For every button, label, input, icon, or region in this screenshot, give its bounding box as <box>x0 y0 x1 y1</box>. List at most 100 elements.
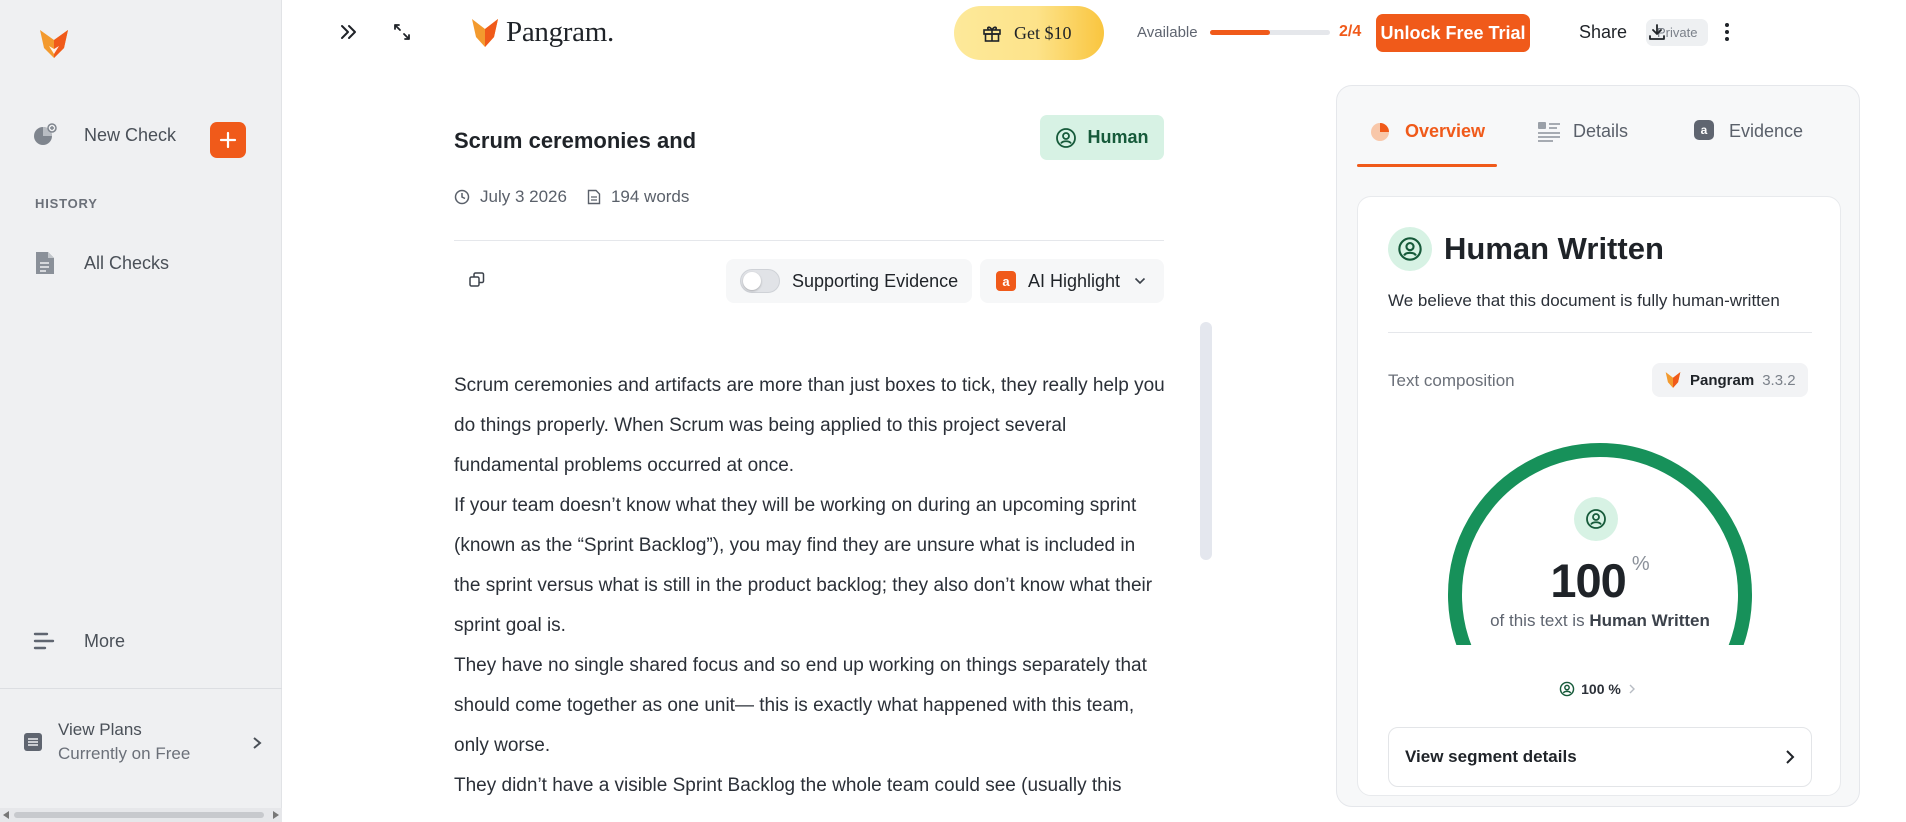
new-check-icon <box>32 122 58 148</box>
brand-name: Pangram. <box>506 16 614 48</box>
card-divider <box>1388 332 1812 333</box>
document-date: July 3 2026 <box>454 187 567 207</box>
plans-subtitle: Currently on Free <box>58 744 191 763</box>
new-check-plus-button[interactable] <box>210 122 246 158</box>
small-stat-text: 100 % <box>1581 681 1621 697</box>
menu-lines-icon <box>32 628 58 654</box>
paragraph: They didn’t have a visible Sprint Backlo… <box>454 775 1122 796</box>
tab-overview-label: Overview <box>1405 120 1486 141</box>
tab-overview[interactable]: Overview <box>1369 110 1485 152</box>
view-segment-details-button[interactable]: View segment details <box>1388 727 1812 787</box>
results-tabs: Overview Details a Evidence <box>1357 110 1841 152</box>
top-bar: Pangram. Get $10 Available 2/4 Unlock Fr… <box>282 0 1906 66</box>
word-count-text: 194 words <box>610 187 690 206</box>
gauge-caption-prefix: of this text is <box>1490 611 1585 630</box>
gauge-number: 100 <box>1550 554 1626 607</box>
fullscreen-icon[interactable] <box>390 20 414 44</box>
document-scrollbar[interactable] <box>1200 322 1212 560</box>
document-icon <box>32 250 58 276</box>
unlock-free-trial-button[interactable]: Unlock Free Trial <box>1376 14 1530 52</box>
usage-progress-bar <box>1210 30 1330 35</box>
segment-details-label: View segment details <box>1405 747 1577 766</box>
plans-title: View Plans <box>58 720 142 739</box>
toggle-switch[interactable] <box>740 269 780 293</box>
tab-evidence[interactable]: a Evidence <box>1693 110 1803 152</box>
download-icon[interactable] <box>1645 20 1669 44</box>
tab-details-label: Details <box>1573 120 1629 141</box>
model-version-badge: Pangram 3.3.2 <box>1652 363 1808 397</box>
usage-progress-fill <box>1210 30 1270 35</box>
app-root: New Check HISTORY All Checks More View P… <box>0 0 1906 822</box>
model-name: Pangram <box>1690 371 1755 389</box>
all-checks-label: All Checks <box>84 252 170 273</box>
get-10-promo-button[interactable]: Get $10 <box>954 6 1104 60</box>
view-plans-button[interactable]: View Plans Currently on Free <box>22 720 262 764</box>
sidebar-more[interactable]: More <box>32 628 125 654</box>
human-badge[interactable]: Human <box>1040 115 1164 160</box>
share-button[interactable]: Share <box>1579 22 1627 43</box>
document-divider <box>454 240 1164 241</box>
clock-icon <box>454 189 470 205</box>
pangram-logo-icon <box>472 18 498 47</box>
scroll-left-arrow-icon[interactable] <box>3 811 9 819</box>
sidebar: New Check HISTORY All Checks More View P… <box>0 0 282 822</box>
human-percentage-stat[interactable]: 100 % <box>1358 681 1840 697</box>
sidebar-all-checks[interactable]: All Checks <box>32 250 169 276</box>
result-header: Human Written <box>1388 227 1664 271</box>
evidence-icon: a <box>1694 120 1714 140</box>
scrollbar-thumb[interactable] <box>14 812 264 818</box>
tab-evidence-label: Evidence <box>1729 120 1804 141</box>
brand[interactable]: Pangram. <box>470 16 614 49</box>
chevron-down-icon <box>1134 277 1146 285</box>
sidebar-new-check[interactable]: New Check <box>32 122 176 148</box>
more-options-icon[interactable] <box>1715 20 1739 44</box>
usage-count: 2/4 <box>1339 23 1362 40</box>
pangram-logo-icon <box>1665 372 1681 388</box>
result-title: Human Written <box>1444 231 1664 266</box>
paragraph: If your team doesn’t know what they will… <box>454 495 1153 636</box>
document-body: Scrum ceremonies and artifacts are more … <box>454 366 1166 806</box>
paragraph: They have no single shared focus and so … <box>454 655 1147 756</box>
text-composition-label: Text composition <box>1388 371 1515 390</box>
scroll-right-arrow-icon[interactable] <box>273 811 279 819</box>
ai-highlight-dropdown[interactable]: a AI Highlight <box>980 259 1164 303</box>
gauge-person-icon <box>1574 497 1618 541</box>
supporting-evidence-toggle[interactable]: Supporting Evidence <box>726 259 972 303</box>
plans-icon <box>22 731 44 753</box>
person-circle-icon <box>1056 127 1077 148</box>
page-icon <box>587 189 601 205</box>
plus-icon <box>219 131 237 149</box>
supporting-evidence-label: Supporting Evidence <box>792 270 959 291</box>
paragraph: Scrum ceremonies and artifacts are more … <box>454 375 1165 476</box>
document-meta: July 3 2026 194 words <box>454 187 709 207</box>
result-card: Human Written We believe that this docum… <box>1357 196 1841 796</box>
available-label: Available <box>1137 24 1198 41</box>
result-description: We believe that this document is fully h… <box>1388 291 1780 310</box>
results-panel: Overview Details a Evidence Human Writte… <box>1336 85 1860 807</box>
document-word-count: 194 words <box>587 187 689 207</box>
active-tab-indicator <box>1357 164 1497 167</box>
svg-text:a: a <box>1701 123 1708 137</box>
chevron-right-icon <box>1629 681 1641 697</box>
tab-details[interactable]: Details <box>1537 110 1628 152</box>
chevron-right-icon <box>1785 749 1795 770</box>
toggle-knob <box>743 272 761 290</box>
chevron-right-icon <box>252 736 262 755</box>
copy-icon[interactable] <box>468 271 490 293</box>
more-label: More <box>84 630 126 651</box>
gift-icon <box>983 26 1001 42</box>
date-text: July 3 2026 <box>480 187 567 206</box>
sidebar-horizontal-scrollbar[interactable] <box>0 808 282 822</box>
document-title: Scrum ceremonies and <box>454 128 697 153</box>
expand-sidebar-icon[interactable] <box>337 20 361 44</box>
model-version: 3.3.2 <box>1762 371 1796 389</box>
pie-chart-icon <box>1371 123 1389 141</box>
gauge-caption-strong: Human Written <box>1589 611 1710 630</box>
ai-highlight-label: AI Highlight <box>1028 270 1121 291</box>
human-badge-label: Human <box>1087 127 1149 147</box>
person-circle-icon <box>1388 227 1432 271</box>
pangram-logo-icon[interactable] <box>36 26 72 62</box>
new-check-label: New Check <box>84 124 177 145</box>
gauge-caption: of this text is Human Written <box>1358 611 1840 631</box>
gauge-unit: % <box>1631 553 1650 575</box>
